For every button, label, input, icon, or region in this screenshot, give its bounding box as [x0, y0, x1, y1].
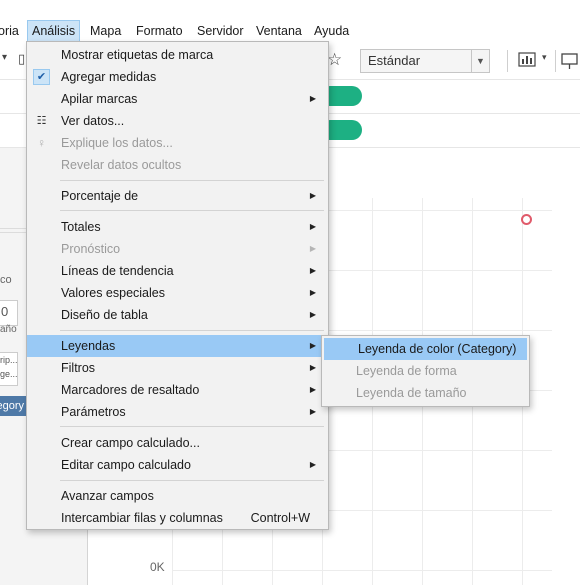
menu-item-intercambiar[interactable]: Intercambiar filas y columnas Control+W [27, 507, 328, 529]
menu-bar: oria Análisis Mapa Formato Servidor Vent… [0, 20, 580, 42]
analysis-menu: Mostrar etiquetas de marca ✔ Agregar med… [26, 41, 329, 530]
menu-formato[interactable]: Formato [132, 20, 187, 42]
size-label: año [0, 324, 17, 335]
chevron-down-icon[interactable]: ▼ [471, 50, 489, 72]
menu-item-totales[interactable]: Totales ▶ [27, 216, 328, 238]
submenu-item-leyenda-forma: Leyenda de forma [322, 360, 529, 382]
menu-historia[interactable]: oria [0, 20, 23, 42]
fit-combo-value: Estándar [368, 53, 421, 68]
checkmark-icon: ✔ [33, 69, 50, 85]
submenu-item-leyenda-tamano: Leyenda de tamaño [322, 382, 529, 404]
menu-item-label: Marcadores de resaltado [61, 383, 200, 397]
submenu-arrow-icon: ▶ [309, 407, 316, 416]
submenu-arrow-icon: ▶ [309, 244, 316, 253]
menu-item-revelar-datos: Revelar datos ocultos [27, 154, 328, 176]
submenu-arrow-icon: ▶ [309, 222, 316, 231]
menu-item-crear-campo[interactable]: Crear campo calculado... [27, 432, 328, 454]
menu-item-avanzar-campos[interactable]: Avanzar campos [27, 485, 328, 507]
menu-item-filtros[interactable]: Filtros ▶ [27, 357, 328, 379]
tooltip-label-2: ge... [0, 369, 18, 379]
toolbar-divider [507, 50, 508, 72]
data-point-circle[interactable] [521, 214, 532, 225]
menu-item-label: Crear campo calculado... [61, 436, 200, 450]
menu-separator [60, 180, 324, 181]
size-value: 0 [1, 304, 9, 319]
submenu-arrow-icon: ▶ [309, 363, 316, 372]
menu-item-label: Explique los datos... [61, 136, 173, 150]
menu-item-label: Líneas de tendencia [61, 264, 174, 278]
color-field-pill[interactable]: Category [0, 396, 26, 416]
gridline [172, 570, 552, 571]
menu-separator [60, 330, 324, 331]
submenu-arrow-icon: ▶ [309, 94, 316, 103]
menu-item-label: Valores especiales [61, 286, 165, 300]
menu-item-label: Parámetros [61, 405, 126, 419]
chevron-down-icon[interactable]: ▾ [2, 52, 7, 63]
menu-ayuda[interactable]: Ayuda [310, 20, 353, 42]
menu-item-label: Intercambiar filas y columnas [61, 511, 223, 525]
menu-separator [60, 210, 324, 211]
tooltip-control[interactable]: rip... ge... [0, 352, 18, 386]
menu-item-label: Revelar datos ocultos [61, 158, 182, 172]
menu-item-label: Leyenda de color (Category) [358, 342, 517, 356]
submenu-arrow-icon: ▶ [309, 385, 316, 394]
star-icon[interactable]: ☆ [327, 50, 342, 70]
menu-item-marcadores-resaltado[interactable]: Marcadores de resaltado ▶ [27, 379, 328, 401]
menu-mapa[interactable]: Mapa [86, 20, 125, 42]
menu-item-shortcut: Control+W [250, 511, 310, 525]
menu-item-label: Leyenda de forma [356, 364, 457, 378]
menu-item-label: Avanzar campos [61, 489, 154, 503]
tooltip-label-1: rip... [0, 355, 18, 365]
menu-item-explique-datos: ♀ Explique los datos... [27, 132, 328, 154]
submenu-arrow-icon: ▶ [309, 341, 316, 350]
menu-item-mostrar-etiquetas[interactable]: Mostrar etiquetas de marca [27, 44, 328, 66]
lightbulb-icon: ♀ [37, 136, 46, 150]
menu-item-diseno-tabla[interactable]: Diseño de tabla ▶ [27, 304, 328, 326]
menu-item-apilar-marcas[interactable]: Apilar marcas ▶ [27, 88, 328, 110]
menu-item-porcentaje[interactable]: Porcentaje de ▶ [27, 185, 328, 207]
menu-item-leyendas[interactable]: Leyendas ▶ [27, 335, 328, 357]
y-axis-label: 0K [150, 560, 165, 574]
menu-item-label: Mostrar etiquetas de marca [61, 48, 214, 62]
submenu-arrow-icon: ▶ [309, 460, 316, 469]
menu-item-label: Pronóstico [61, 242, 121, 256]
menu-separator [60, 426, 324, 427]
menu-item-label: Diseño de tabla [61, 308, 148, 322]
menu-item-label: Leyendas [61, 339, 116, 353]
menu-item-label: Apilar marcas [61, 92, 138, 106]
field-hint: co [0, 274, 12, 286]
legends-submenu: Leyenda de color (Category) Leyenda de f… [321, 335, 530, 407]
chevron-down-icon[interactable]: ▾ [542, 52, 547, 63]
menu-item-label: Agregar medidas [61, 70, 157, 84]
menu-item-ver-datos[interactable]: ☷ Ver datos... [27, 110, 328, 132]
submenu-arrow-icon: ▶ [309, 191, 316, 200]
show-me-icon[interactable] [518, 52, 540, 72]
menu-item-parametros[interactable]: Parámetros ▶ [27, 401, 328, 423]
toolbar-divider [555, 50, 556, 72]
menu-servidor[interactable]: Servidor [193, 20, 248, 42]
toolbar-partial-icon[interactable]: ▯ [18, 51, 25, 67]
submenu-arrow-icon: ▶ [309, 266, 316, 275]
menu-item-label: Editar campo calculado [61, 458, 191, 472]
menu-item-label: Totales [61, 220, 101, 234]
submenu-arrow-icon: ▶ [309, 310, 316, 319]
menu-item-label: Ver datos... [61, 114, 125, 128]
submenu-item-leyenda-color[interactable]: Leyenda de color (Category) [324, 338, 527, 360]
menu-item-label: Leyenda de tamaño [356, 386, 467, 400]
menu-item-label: Filtros [61, 361, 96, 375]
menu-item-valores-especiales[interactable]: Valores especiales ▶ [27, 282, 328, 304]
menu-item-label: Porcentaje de [61, 189, 139, 203]
menu-item-agregar-medidas[interactable]: ✔ Agregar medidas [27, 66, 328, 88]
menu-ventana[interactable]: Ventana [252, 20, 306, 42]
view-data-icon: ☷ [36, 115, 47, 127]
size-control[interactable]: 0 [0, 300, 18, 326]
fit-combo[interactable]: Estándar ▼ [360, 49, 490, 73]
menu-analisis[interactable]: Análisis [27, 20, 81, 42]
menu-item-pronostico: Pronóstico ▶ [27, 238, 328, 260]
submenu-arrow-icon: ▶ [309, 288, 316, 297]
menu-item-lineas-tendencia[interactable]: Líneas de tendencia ▶ [27, 260, 328, 282]
presentation-icon[interactable] [561, 52, 579, 74]
menu-separator [60, 480, 324, 481]
menu-item-editar-campo[interactable]: Editar campo calculado ▶ [27, 454, 328, 476]
